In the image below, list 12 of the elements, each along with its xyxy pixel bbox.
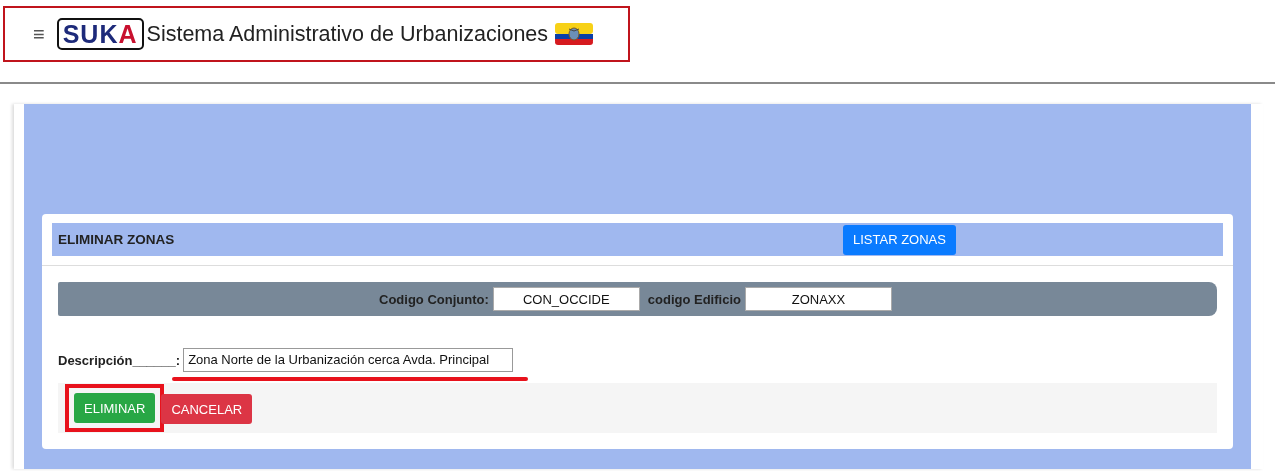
cancel-button[interactable]: CANCELAR (161, 394, 253, 424)
code-label: Codigo Conjunto: (379, 291, 489, 307)
app-title: Sistema Administrativo de Urbanizaciones (146, 21, 549, 47)
description-label: Descripción______: (58, 352, 181, 368)
list-button[interactable]: LISTAR ZONAS (843, 224, 956, 255)
code-field[interactable]: CON_OCCIDE (492, 287, 640, 311)
card-title: ELIMINAR ZONAS (57, 232, 176, 247)
code-field[interactable]: ZONAXX (744, 287, 892, 311)
code-label: codigo Edificio (647, 291, 741, 307)
flag-icon (555, 23, 594, 45)
menu-icon[interactable]: ≡ (33, 24, 45, 44)
logo: SUKA (56, 18, 144, 50)
